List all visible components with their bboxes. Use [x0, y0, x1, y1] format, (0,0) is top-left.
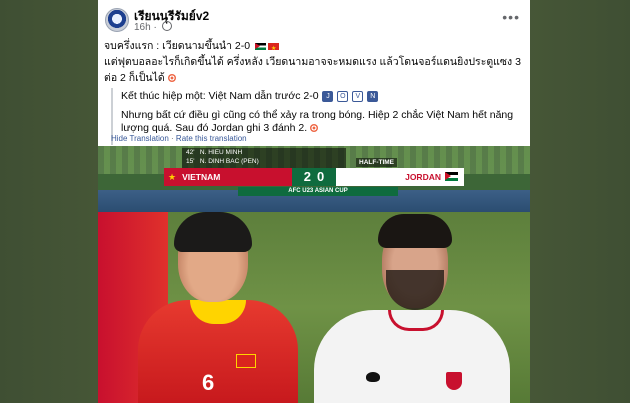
letter-o-icon: O: [337, 91, 349, 102]
jordan-player-jersey: [314, 310, 510, 403]
goal-1-minute: 42': [186, 149, 195, 156]
more-options-button[interactable]: •••: [502, 9, 520, 25]
home-team: ★ VIETNAM: [164, 168, 292, 186]
goal-scorers-panel: 42' N. HIEU MINH 15' N. DINH BAC (PEN): [182, 148, 346, 168]
translation-line-1: Kết thúc hiệp một: Việt Nam dẫn trước 2-…: [121, 90, 379, 102]
match-status: HALF-TIME: [356, 158, 398, 167]
vietnam-crest-icon: [236, 354, 256, 368]
jordan-crest-icon: [446, 372, 462, 390]
jordan-flag-icon: [445, 172, 458, 181]
vietnam-star-icon: ★: [168, 172, 177, 182]
kelme-logo-icon: [366, 372, 380, 382]
translation-line-1-text: Kết thúc hiệp một: Việt Nam dẫn trước 2-…: [121, 90, 319, 102]
rate-translation-link[interactable]: Rate this translation: [176, 134, 247, 143]
post-header: เรียนนุรีรัมย์v2 16h · •••: [98, 0, 530, 36]
post-time-text[interactable]: 16h: [134, 22, 151, 33]
tournament-name: AFC U23 ASIAN CUP: [238, 187, 398, 196]
vietnam-player-hair: [174, 212, 252, 252]
letter-n-icon: N: [367, 91, 379, 102]
jordan-flag-icon: [255, 43, 267, 50]
post-line-2-text: แต่ฟุตบอลอะไรก็เกิดขึ้นได้ ครึ่งหลัง เวี…: [104, 56, 521, 84]
target-emoji-icon: [310, 124, 319, 132]
letter-v-icon: V: [352, 91, 364, 102]
page-avatar[interactable]: [105, 8, 129, 32]
translation-links: Hide Translation · Rate this translation: [111, 134, 247, 143]
hide-translation-link[interactable]: Hide Translation: [111, 134, 169, 143]
broadcast-frame: 42' N. HIEU MINH 15' N. DINH BAC (PEN) H…: [98, 146, 530, 212]
score-bar: ★ VIETNAM 20 JORDAN: [164, 168, 464, 186]
goal-2-minute: 15': [186, 158, 195, 165]
target-emoji-icon: [167, 74, 176, 82]
away-team-name: JORDAN: [405, 172, 441, 182]
vietnam-player-jersey: [138, 300, 298, 403]
translation-line-2: Nhưng bất cứ điều gì cũng có thể xảy ra …: [121, 109, 521, 135]
goal-2: 15' N. DINH BAC (PEN): [186, 157, 346, 166]
post-line-2: แต่ฟุตบอลอะไรก็เกิดขึ้นได้ ครึ่งหลัง เวี…: [104, 54, 524, 86]
goal-2-player: N. DINH BAC (PEN): [199, 158, 259, 165]
goal-1: 42' N. HIEU MINH: [186, 148, 346, 157]
facebook-post-card: เรียนนุรีรัมย์v2 16h · ••• จบครึ่งแรก : …: [98, 0, 530, 403]
jordan-player-hair: [378, 214, 452, 248]
post-image[interactable]: 42' N. HIEU MINH 15' N. DINH BAC (PEN) H…: [98, 146, 530, 403]
post-body: จบครึ่งแรก : เวียดนามขึ้นนำ 2-0 แต่ฟุตบอ…: [104, 38, 524, 86]
goal-1-player: N. HIEU MINH: [199, 149, 243, 156]
home-score: 2: [303, 169, 311, 184]
globe-icon: [161, 21, 172, 31]
vietnam-flag-icon: [268, 41, 280, 57]
post-timestamp[interactable]: 16h ·: [134, 21, 172, 33]
post-line-1-text: จบครึ่งแรก : เวียดนามขึ้นนำ 2-0: [104, 40, 251, 52]
letter-j-icon: J: [322, 91, 334, 102]
post-line-1: จบครึ่งแรก : เวียดนามขึ้นนำ 2-0: [104, 38, 524, 57]
players-photo: [98, 212, 530, 403]
home-team-name: VIETNAM: [182, 172, 221, 182]
away-score: 0: [317, 169, 325, 184]
away-team: JORDAN: [336, 168, 464, 186]
jordan-player-beard: [386, 270, 444, 310]
score-box: 20: [292, 168, 336, 186]
